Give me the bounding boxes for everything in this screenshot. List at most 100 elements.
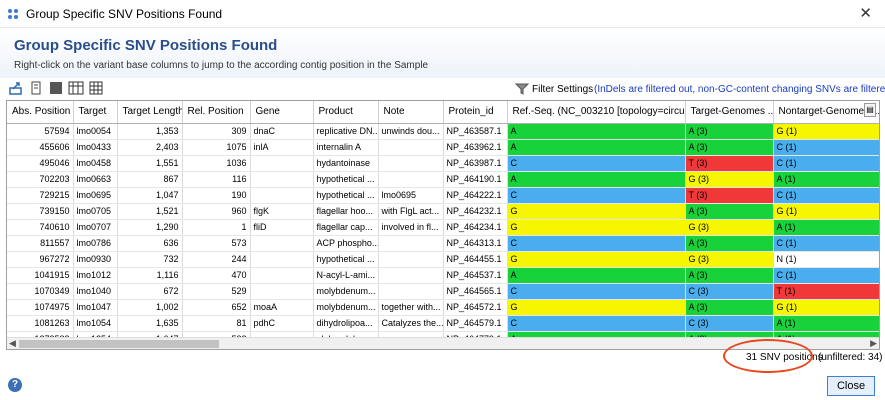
table-cell: 81 (182, 315, 251, 332)
scroll-right-icon[interactable]: ▶ (870, 338, 877, 349)
column-menu-button[interactable]: ▤ (864, 103, 876, 117)
table-cell[interactable]: C (1) (773, 235, 879, 252)
table-cell[interactable]: C (507, 187, 686, 204)
scroll-thumb[interactable] (19, 340, 219, 348)
export-icon[interactable] (8, 80, 24, 96)
table-cell[interactable]: G (507, 219, 686, 236)
table-row[interactable]: 729215 lmo0695 1,047 190 hypothetical ... lmo… (7, 187, 879, 204)
help-icon[interactable]: ? (8, 378, 22, 392)
close-button[interactable]: Close (827, 376, 875, 396)
table-cell: 309 (182, 123, 251, 140)
table-cell[interactable]: G (507, 299, 686, 316)
column-header[interactable]: Target Length (117, 101, 183, 124)
table-cell[interactable]: G (1) (773, 299, 879, 316)
table-cell[interactable]: A (3) (685, 235, 774, 252)
table-row[interactable]: 495046 lmo0458 1,551 1036 hydantoinase NP_463… (7, 155, 879, 172)
column-header[interactable]: Target-Genomes ... (685, 101, 774, 124)
table-cell[interactable]: C (1) (773, 187, 879, 204)
table-cell: lmo1012 (73, 267, 118, 284)
table-cell[interactable]: A (3) (685, 123, 774, 140)
table-cell: molybdenum... (313, 283, 379, 300)
column-header[interactable]: Rel. Position (182, 101, 251, 124)
column-header[interactable]: Protein_id (443, 101, 508, 124)
table-row[interactable]: 702203 lmo0663 867 116 hypothetical ... NP_46… (7, 171, 879, 188)
table-row[interactable]: 1041915 lmo1012 1,116 470 N-acyl-L-ami... NP_… (7, 267, 879, 284)
table-cell[interactable]: G (3) (685, 219, 774, 236)
table-row[interactable]: 1074975 lmo1047 1,002 652 moaA molybdenum... t… (7, 299, 879, 316)
table-row[interactable]: 967272 lmo0930 732 244 hypothetical ... NP_46… (7, 251, 879, 268)
table-cell[interactable]: A (507, 267, 686, 284)
table-cell[interactable]: G (3) (685, 171, 774, 188)
table-cell[interactable]: N (1) (773, 251, 879, 268)
column-header[interactable]: Target (73, 101, 118, 124)
columns-icon[interactable] (68, 80, 84, 96)
table-row[interactable]: 1070349 lmo1040 672 529 molybdenum... NP_4645… (7, 283, 879, 300)
column-header[interactable]: Ref.-Seq. (NC_003210 [topology=circul... (507, 101, 686, 124)
document-icon[interactable] (28, 80, 44, 96)
table-row[interactable]: 740610 lmo0707 1,290 1 fliD flagellar cap... i… (7, 219, 879, 236)
column-header[interactable]: Note (378, 101, 444, 124)
table-cell: flagellar cap... (313, 219, 379, 236)
table-cell: NP_463987.1 (443, 155, 508, 172)
close-window-icon[interactable]: ✕ (859, 4, 872, 22)
table-cell[interactable]: G (507, 251, 686, 268)
table-row[interactable]: 1081263 lmo1054 1,635 81 pdhC dihydrolipoa...… (7, 315, 879, 332)
table-cell[interactable]: T (3) (685, 155, 774, 172)
table-cell: lmo1040 (73, 283, 118, 300)
table-cell[interactable]: C (1) (773, 267, 879, 284)
table-cell[interactable]: A (3) (685, 203, 774, 220)
table-cell[interactable]: C (507, 235, 686, 252)
table-cell[interactable]: C (507, 155, 686, 172)
scroll-left-icon[interactable]: ◀ (9, 338, 16, 349)
table-cell: Catalyzes the... (378, 315, 444, 332)
filter-icon[interactable] (515, 82, 529, 96)
table-cell[interactable]: A (1) (773, 219, 879, 236)
table-cell[interactable]: C (1) (773, 139, 879, 156)
table-cell: lmo0705 (73, 203, 118, 220)
table-cell[interactable]: A (507, 139, 686, 156)
table-cell[interactable]: T (3) (685, 187, 774, 204)
table-cell: lmo1047 (73, 299, 118, 316)
table-cell[interactable]: C (1) (773, 155, 879, 172)
table-cell: 57594 (7, 123, 74, 140)
table-cell (378, 267, 444, 284)
table-cell[interactable]: C (3) (685, 283, 774, 300)
table-row[interactable]: 739150 lmo0705 1,521 960 flgK flagellar hoo..… (7, 203, 879, 220)
table-cell[interactable]: G (507, 203, 686, 220)
table-cell: 636 (117, 235, 183, 252)
filter-settings-label[interactable]: Filter Settings (532, 84, 593, 95)
table-cell[interactable]: A (3) (685, 267, 774, 284)
table-cell[interactable]: G (3) (685, 251, 774, 268)
table-cell: lmo0707 (73, 219, 118, 236)
column-header[interactable]: Product (313, 101, 379, 124)
table-cell[interactable]: C (507, 283, 686, 300)
table-row[interactable]: 57594 lmo0054 1,353 309 dnaC replicative DN..… (7, 123, 879, 140)
table-cell[interactable]: A (1) (773, 315, 879, 332)
table-cell: N-acyl-L-ami... (313, 267, 379, 284)
table-cell[interactable]: A (507, 171, 686, 188)
snv-table[interactable]: Abs. Position Target Target Length Rel. Pos… (6, 100, 880, 350)
table-cell: hypothetical ... (313, 187, 379, 204)
table-cell[interactable]: A (1) (773, 171, 879, 188)
table-view-icon[interactable] (48, 80, 64, 96)
table-cell[interactable]: C (507, 315, 686, 332)
table-cell: dihydrolipoa... (313, 315, 379, 332)
table-cell[interactable]: G (1) (773, 203, 879, 220)
table-cell[interactable]: C (3) (685, 315, 774, 332)
table-cell[interactable]: G (1) (773, 123, 879, 140)
column-header[interactable]: Gene (250, 101, 314, 124)
table-cell: 702203 (7, 171, 74, 188)
table-cell[interactable]: A (3) (685, 139, 774, 156)
column-header[interactable]: Abs. Position (7, 101, 74, 124)
table-cell[interactable]: A (3) (685, 299, 774, 316)
table-cell: 740610 (7, 219, 74, 236)
table-row[interactable]: 811557 lmo0786 636 573 ACP phospho... NP_4643… (7, 235, 879, 252)
table-cell[interactable]: A (507, 123, 686, 140)
grid-icon[interactable] (88, 80, 104, 96)
table-cell (378, 251, 444, 268)
table-row[interactable]: 455606 lmo0433 2,403 1075 inlA internalin A NP… (7, 139, 879, 156)
table-cell: flagellar hoo... (313, 203, 379, 220)
table-cell: 1,521 (117, 203, 183, 220)
table-cell[interactable]: T (1) (773, 283, 879, 300)
table-cell: NP_463587.1 (443, 123, 508, 140)
